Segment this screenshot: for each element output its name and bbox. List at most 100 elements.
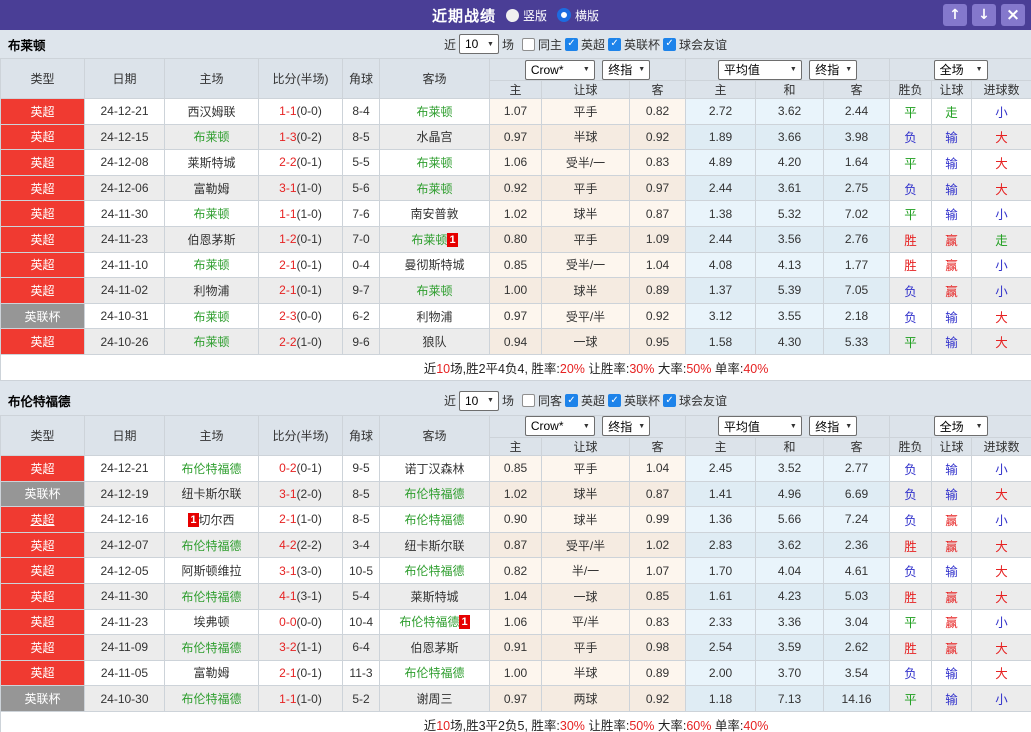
match-count-select[interactable]: 10 ▼ xyxy=(458,34,499,54)
team-name[interactable]: 南安普敦 xyxy=(410,207,458,221)
team-name[interactable]: 纽卡斯尔联 xyxy=(181,487,241,501)
match-type-cell[interactable]: 英超 xyxy=(0,200,85,227)
match-type-cell[interactable]: 英联杯 xyxy=(0,685,85,712)
match-count-select[interactable]: 10 ▼ xyxy=(458,390,499,411)
home-team-cell: 伯恩茅斯 xyxy=(164,225,259,253)
team-name[interactable]: 水晶宫 xyxy=(416,130,452,144)
league-checkbox-premier[interactable]: ✓ xyxy=(565,394,578,408)
avg-draw-cell: 3.59 xyxy=(755,634,825,661)
bookmaker-select[interactable]: Crow* ▼ xyxy=(524,416,595,437)
bookmaker-select[interactable]: Crow* ▼ xyxy=(524,59,595,80)
team-name[interactable]: 布伦特福德 xyxy=(181,539,241,553)
team-name[interactable]: 布莱顿 xyxy=(193,207,229,221)
team-name[interactable]: 布伦特福德 xyxy=(181,462,241,476)
match-type-cell[interactable]: 英超 xyxy=(0,506,85,533)
period-select[interactable]: 全场 ▼ xyxy=(933,59,988,80)
match-type-cell[interactable]: 英超 xyxy=(0,149,85,176)
match-type-cell[interactable]: 英超 xyxy=(0,277,85,304)
halftime-score: (0-0) xyxy=(296,309,322,324)
team-name[interactable]: 伯恩茅斯 xyxy=(187,233,235,247)
halftime-score: (1-0) xyxy=(296,334,322,349)
match-type-cell[interactable]: 英超 xyxy=(0,98,85,125)
team-name[interactable]: 布莱顿 xyxy=(416,156,452,170)
move-up-button[interactable]: ↑ xyxy=(943,4,967,26)
avg-away-cell: 2.75 xyxy=(823,174,891,202)
average-stage-select[interactable]: 终指 ▼ xyxy=(809,416,858,437)
radio-checked-icon[interactable] xyxy=(557,8,571,22)
team-name[interactable]: 布伦特福德 xyxy=(181,692,241,706)
results-table: 类型 日期 主场 比分(半场) 角球 客场 Crow* ▼ 终指 ▼ 平均值 ▼… xyxy=(0,414,1031,732)
match-type-cell[interactable]: 英超 xyxy=(0,454,85,482)
team-name[interactable]: 布莱顿 xyxy=(193,310,229,324)
team-name[interactable]: 西汉姆联 xyxy=(187,105,235,119)
match-type-cell[interactable]: 英超 xyxy=(0,174,85,202)
team-name[interactable]: 布伦特福德 xyxy=(399,615,459,629)
team-name[interactable]: 利物浦 xyxy=(416,310,452,324)
team-name[interactable]: 埃弗顿 xyxy=(193,615,229,629)
team-name[interactable]: 阿斯顿维拉 xyxy=(181,564,241,578)
team-name[interactable]: 莱斯特城 xyxy=(187,156,235,170)
odds-stage-select[interactable]: 终指 ▼ xyxy=(602,59,651,80)
team-name[interactable]: 曼彻斯特城 xyxy=(404,258,464,272)
team-name[interactable]: 富勒姆 xyxy=(193,666,229,680)
average-stage-select[interactable]: 终指 ▼ xyxy=(809,59,858,80)
away-team-cell: 谢周三 xyxy=(379,685,490,712)
league-checkbox-friendly[interactable]: ✓ xyxy=(663,37,677,51)
match-type-cell[interactable]: 英联杯 xyxy=(0,480,85,508)
league-checkbox-premier[interactable]: ✓ xyxy=(565,37,578,51)
average-select[interactable]: 平均值 ▼ xyxy=(717,416,802,437)
team-name[interactable]: 布伦特福德 xyxy=(181,641,241,655)
team-name[interactable]: 布莱顿 xyxy=(416,105,452,119)
goal-badge: 1 xyxy=(459,615,470,630)
team-name[interactable]: 谢周三 xyxy=(416,692,452,706)
average-select[interactable]: 平均值 ▼ xyxy=(717,59,802,80)
team-name[interactable]: 布伦特福德 xyxy=(404,564,464,578)
goals-result-cell: 大 xyxy=(971,302,1031,330)
team-name[interactable]: 诺丁汉森林 xyxy=(404,462,464,476)
close-button[interactable]: × xyxy=(1001,4,1025,26)
match-type-cell[interactable]: 英超 xyxy=(0,531,85,559)
radio-unchecked-icon[interactable] xyxy=(505,8,519,22)
team-name[interactable]: 布莱顿 xyxy=(416,182,452,196)
league-checkbox-friendly[interactable]: ✓ xyxy=(663,394,677,408)
team-name[interactable]: 布伦特福德 xyxy=(404,666,464,680)
team-name[interactable]: 布伦特福德 xyxy=(404,513,464,527)
league-checkbox-efl-cup[interactable]: ✓ xyxy=(608,37,622,51)
move-down-button[interactable]: ↓ xyxy=(972,4,996,26)
team-name[interactable]: 布伦特福德 xyxy=(181,590,241,604)
match-type-cell[interactable]: 英超 xyxy=(0,328,85,355)
match-type-cell[interactable]: 英超 xyxy=(0,608,85,636)
team-name[interactable]: 布莱顿 xyxy=(193,130,229,144)
odds-stage-select[interactable]: 终指 ▼ xyxy=(602,416,651,437)
check-icon: ✓ xyxy=(567,38,576,49)
period-select[interactable]: 全场 ▼ xyxy=(933,416,988,437)
radio-horizontal-layout[interactable]: 横版 xyxy=(557,7,599,24)
team-name[interactable]: 狼队 xyxy=(422,335,446,349)
match-type-cell[interactable]: 英超 xyxy=(0,251,85,279)
match-type-cell[interactable]: 英联杯 xyxy=(0,302,85,330)
goal-badge: 1 xyxy=(188,512,199,527)
radio-vertical-layout[interactable]: 竖版 xyxy=(505,7,547,24)
avg-away-cell: 2.77 xyxy=(823,454,891,482)
match-type-cell[interactable]: 英超 xyxy=(0,659,85,687)
team-name[interactable]: 利物浦 xyxy=(193,284,229,298)
match-type-cell[interactable]: 英超 xyxy=(0,225,85,253)
same-venue-checkbox[interactable] xyxy=(521,394,535,408)
match-type-cell[interactable]: 英超 xyxy=(0,634,85,661)
match-type-cell[interactable]: 英超 xyxy=(0,123,85,151)
team-name[interactable]: 莱斯特城 xyxy=(410,590,458,604)
same-venue-checkbox[interactable] xyxy=(521,37,535,51)
match-type-cell[interactable]: 英超 xyxy=(0,557,85,584)
team-name[interactable]: 纽卡斯尔联 xyxy=(404,539,464,553)
team-name[interactable]: 布伦特福德 xyxy=(404,487,464,501)
team-name[interactable]: 布莱顿 xyxy=(193,258,229,272)
team-name[interactable]: 切尔西 xyxy=(199,513,235,527)
team-name[interactable]: 布莱顿 xyxy=(411,233,447,247)
team-name[interactable]: 布莱顿 xyxy=(416,284,452,298)
league-checkbox-efl-cup[interactable]: ✓ xyxy=(608,394,622,408)
team-name[interactable]: 布莱顿 xyxy=(193,335,229,349)
team-name[interactable]: 富勒姆 xyxy=(193,182,229,196)
table-row: 英超 24-11-23 埃弗顿 0-0(0-0) 10-4 布伦特福德 1 1.06 平/半 0.… xyxy=(0,608,1031,636)
team-name[interactable]: 伯恩茅斯 xyxy=(410,641,458,655)
match-type-cell[interactable]: 英超 xyxy=(0,582,85,610)
